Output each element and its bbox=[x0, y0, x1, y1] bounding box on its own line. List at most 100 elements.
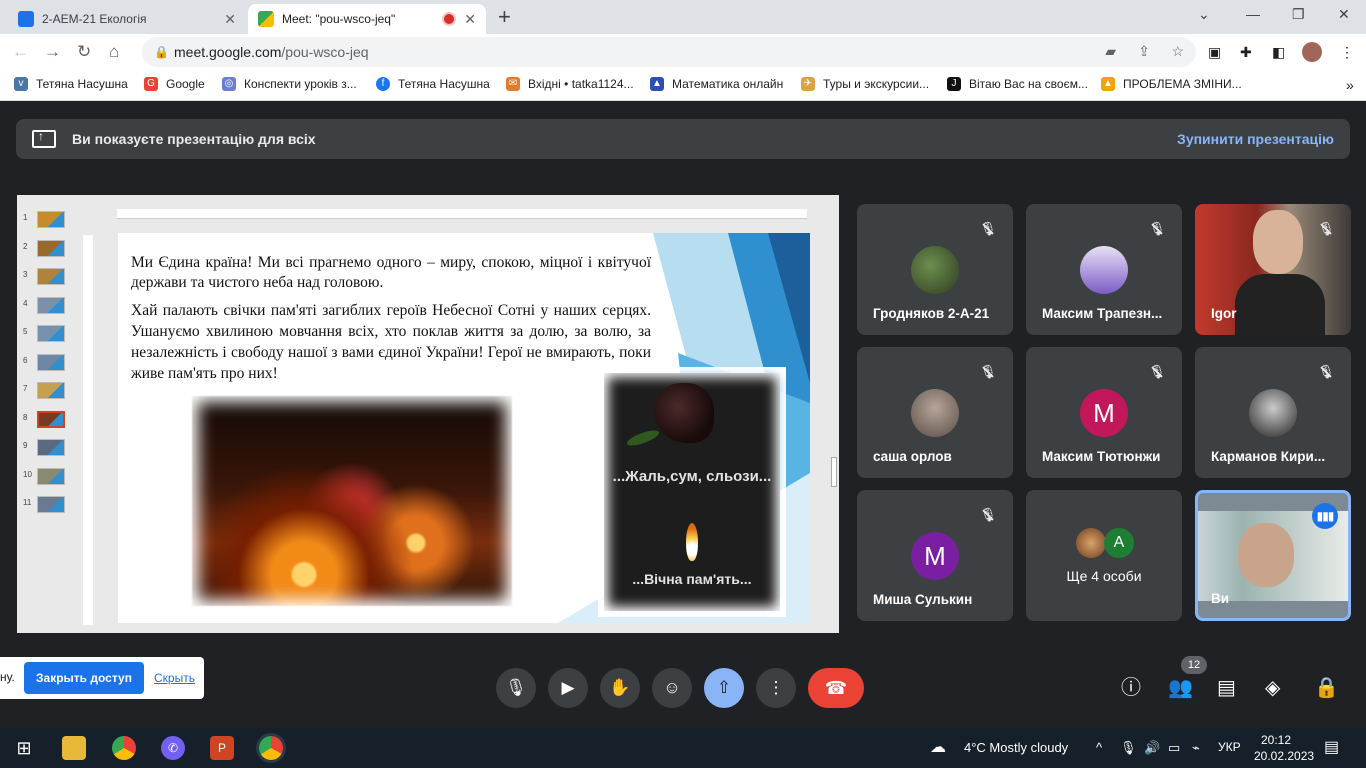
stop-presenting-button[interactable]: Зупинити презентацію bbox=[1177, 131, 1334, 147]
forward-button[interactable]: → bbox=[44, 42, 61, 62]
scrollbar-thumb[interactable] bbox=[831, 457, 837, 487]
hide-link[interactable]: Скрыть bbox=[154, 671, 195, 685]
side-panel-icon[interactable]: ◧ bbox=[1272, 44, 1285, 61]
bookmark-item[interactable]: ✉ Вхідні • tatka1124... bbox=[506, 77, 634, 91]
language-indicator[interactable]: УКР bbox=[1218, 740, 1241, 754]
emoji-button[interactable]: ☺ bbox=[652, 668, 692, 708]
shared-presentation: 1 2 3 4 5 6 7 8 9 10 11 Ми Єдина країна! Ми всі пр… bbox=[17, 192, 839, 633]
bookmark-item[interactable]: ◎ Конспекти уроків з... bbox=[222, 77, 357, 91]
microphone-button[interactable]: 🎙 bbox=[496, 668, 536, 708]
chevron-up-icon[interactable]: ^ bbox=[1096, 740, 1102, 755]
participant-tile[interactable]: 🎙 M Миша Сулькин bbox=[857, 490, 1013, 621]
camera-button[interactable]: ▶ bbox=[548, 668, 588, 708]
candle-flame-icon bbox=[686, 523, 698, 561]
slide-thumbnail-number: 1 bbox=[23, 213, 28, 222]
menu-icon[interactable]: ⋮ bbox=[1340, 44, 1354, 61]
participant-name: Максим Трапезн... bbox=[1042, 306, 1163, 321]
more-bookmarks-icon[interactable]: » bbox=[1346, 77, 1354, 93]
meet-stage: Ви показуєте презентацію для всіх Зупини… bbox=[0, 102, 1366, 728]
participant-tile[interactable]: 🎙 саша орлов bbox=[857, 347, 1013, 478]
file-explorer-icon[interactable] bbox=[62, 736, 86, 760]
slide-thumbnail[interactable] bbox=[37, 439, 65, 456]
viber-icon[interactable]: ✆ bbox=[161, 736, 185, 760]
microphone-tray-icon[interactable]: 🎙 bbox=[1120, 740, 1137, 756]
chevron-down-icon[interactable]: ⌄ bbox=[1198, 6, 1210, 23]
mic-off-icon: 🎙 bbox=[1146, 361, 1168, 383]
minimize-button[interactable]: — bbox=[1246, 6, 1260, 22]
bookmark-item[interactable]: ✈ Туры и экскурсии... bbox=[801, 77, 929, 91]
tab-classroom[interactable]: 2-АЕМ-21 Екологія ✕ bbox=[8, 4, 246, 34]
more-options-button[interactable]: ⋮ bbox=[756, 668, 796, 708]
bookmark-item[interactable]: G Google bbox=[144, 77, 205, 91]
notifications-icon[interactable]: ▤ bbox=[1324, 737, 1339, 757]
avatar: M bbox=[911, 532, 959, 580]
slide-thumbnail[interactable] bbox=[37, 296, 65, 314]
chrome-icon[interactable] bbox=[112, 736, 136, 760]
start-button[interactable]: ⊞ bbox=[12, 736, 36, 760]
mic-off-icon: 🎙 bbox=[1146, 218, 1168, 240]
participant-name: Ви bbox=[1211, 591, 1230, 606]
close-window-button[interactable]: ✕ bbox=[1338, 6, 1350, 23]
participant-name: Igor bbox=[1211, 306, 1237, 321]
chrome-active-icon[interactable] bbox=[259, 736, 283, 760]
self-tile[interactable]: ▮▮▮ Ви bbox=[1195, 490, 1351, 621]
chat-icon[interactable]: ▤ bbox=[1217, 676, 1236, 700]
info-icon[interactable]: ⓘ bbox=[1121, 676, 1141, 700]
slide-thumbnail[interactable] bbox=[37, 382, 65, 399]
participant-tile[interactable]: 🎙 Igor bbox=[1195, 204, 1351, 335]
slide-thumbnail[interactable] bbox=[37, 353, 65, 371]
slide-thumbnail[interactable] bbox=[37, 496, 65, 513]
slide-thumbnail[interactable] bbox=[37, 268, 65, 285]
more-participants-tile[interactable]: A Ще 4 особи bbox=[1026, 490, 1182, 621]
bookmark-item[interactable]: J Вітаю Вас на своєм... bbox=[947, 77, 1088, 91]
bookmark-item[interactable]: ▲ Математика онлайн bbox=[650, 77, 783, 91]
restore-button[interactable]: ❐ bbox=[1292, 6, 1305, 23]
bookmark-item[interactable]: v Тетяна Насушна bbox=[14, 77, 128, 91]
close-icon[interactable]: ✕ bbox=[224, 11, 236, 28]
new-tab-button[interactable]: + bbox=[498, 6, 511, 28]
participant-tile[interactable]: 🎙 M Максим Тютюнжи bbox=[1026, 347, 1182, 478]
close-icon[interactable]: ✕ bbox=[464, 11, 476, 28]
share-icon[interactable]: ⇪ bbox=[1138, 43, 1150, 60]
slide-thumbnail[interactable] bbox=[37, 325, 65, 342]
activities-icon[interactable]: ◈ bbox=[1265, 676, 1280, 700]
people-icon[interactable]: 👥 bbox=[1168, 676, 1193, 700]
present-button[interactable]: ⇧ bbox=[704, 668, 744, 708]
back-button[interactable]: ← bbox=[12, 42, 29, 62]
participant-tile[interactable]: 🎙 Карманов Кири... bbox=[1195, 347, 1351, 478]
extension-icon[interactable]: ▣ bbox=[1208, 44, 1221, 61]
volume-icon[interactable]: 🔊 bbox=[1144, 740, 1160, 756]
participant-name: саша орлов bbox=[873, 449, 952, 464]
leave-call-button[interactable]: ☎ bbox=[808, 668, 864, 708]
clock[interactable]: 20:12 20.02.2023 bbox=[1254, 732, 1314, 764]
math-icon: ▲ bbox=[650, 77, 664, 91]
bookmark-item[interactable]: ▲ ПРОБЛЕМА ЗМІНИ... bbox=[1101, 77, 1242, 91]
bookmarks-bar: v Тетяна Насушна G Google ◎ Конспекти урокі… bbox=[0, 71, 1366, 101]
participant-tile[interactable]: 🎙 Гродняков 2-А-21 bbox=[857, 204, 1013, 335]
google-icon: G bbox=[144, 77, 158, 91]
host-controls-icon[interactable]: 🔒 bbox=[1314, 676, 1339, 700]
network-icon[interactable]: ⌁ bbox=[1192, 740, 1200, 756]
star-icon[interactable]: ☆ bbox=[1171, 43, 1184, 60]
tab-meet[interactable]: Meet: "pou-wsco-jeq" ✕ bbox=[248, 4, 486, 34]
bookmark-item[interactable]: f Тетяна Насушна bbox=[376, 77, 490, 91]
raise-hand-button[interactable]: ✋ bbox=[600, 668, 640, 708]
stop-sharing-button[interactable]: Закрыть доступ bbox=[24, 662, 144, 694]
participant-tile[interactable]: 🎙 Максим Трапезн... bbox=[1026, 204, 1182, 335]
slide-thumbnail[interactable] bbox=[37, 239, 65, 257]
weather-text[interactable]: 4°C Mostly cloudy bbox=[964, 740, 1068, 755]
profile-avatar[interactable] bbox=[1302, 42, 1322, 62]
battery-icon[interactable]: ▭ bbox=[1168, 740, 1180, 756]
slide-thumbnail-number: 5 bbox=[23, 327, 28, 336]
powerpoint-icon[interactable]: P bbox=[210, 736, 234, 760]
weather-icon[interactable]: ☁ bbox=[930, 737, 946, 757]
slide-thumbnail[interactable] bbox=[37, 211, 65, 228]
mic-off-icon: 🎙 bbox=[977, 361, 999, 383]
address-bar[interactable]: 🔒 meet.google.com/pou-wsco-jeq ▰ ⇪ ☆ bbox=[142, 37, 1196, 67]
slide-thumbnail[interactable] bbox=[37, 410, 65, 428]
reload-button[interactable]: ↻ bbox=[77, 42, 91, 62]
camera-blocked-icon[interactable]: ▰ bbox=[1105, 43, 1116, 60]
puzzle-icon[interactable]: ✚ bbox=[1240, 44, 1252, 61]
slide-thumbnail[interactable] bbox=[37, 467, 65, 485]
home-button[interactable]: ⌂ bbox=[109, 42, 119, 62]
